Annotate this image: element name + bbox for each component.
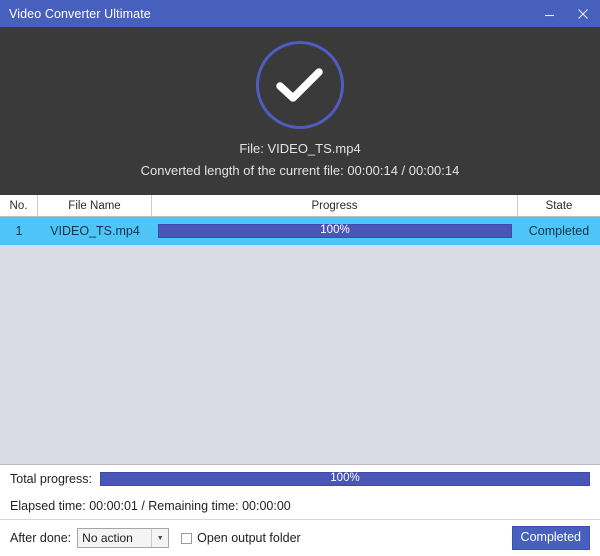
totals-section: Total progress: 100% Elapsed time: 00:00…: [0, 465, 600, 519]
cell-file-name: VIDEO_TS.mp4: [50, 224, 140, 238]
window-title: Video Converter Ultimate: [9, 6, 151, 21]
converted-length-label: Converted length of the current file: 00…: [140, 163, 460, 178]
current-file-label: File: VIDEO_TS.mp4: [239, 141, 361, 156]
column-header-no[interactable]: No.: [0, 195, 38, 216]
cell-no: 1: [15, 224, 23, 238]
total-progress-text: 100%: [330, 472, 360, 485]
after-done-select[interactable]: No action ▼: [77, 528, 170, 548]
column-header-progress[interactable]: Progress: [152, 195, 518, 216]
title-bar: Video Converter Ultimate: [0, 0, 600, 27]
chevron-down-icon: ▼: [151, 529, 168, 547]
close-icon: [576, 7, 590, 21]
table-row[interactable]: 1 VIDEO_TS.mp4 100% Completed: [0, 217, 600, 245]
total-progress-bar: 100%: [99, 472, 590, 486]
after-done-label: After done:: [10, 531, 72, 545]
cell-progress: 100%: [152, 217, 518, 245]
row-progress-bar: 100%: [158, 224, 512, 238]
check-circle-icon: [256, 41, 344, 129]
open-output-folder-label: Open output folder: [197, 531, 301, 545]
video-converter-window: Video Converter Ultimate File: VIDEO_TS.…: [0, 0, 600, 556]
footer-bar: After done: No action ▼ Open output fold…: [0, 519, 600, 556]
checkbox-box: [181, 532, 193, 544]
row-progress-text: 100%: [320, 224, 350, 237]
open-output-folder-checkbox[interactable]: Open output folder: [181, 531, 301, 545]
after-done-value: No action: [82, 531, 133, 545]
window-controls: [532, 0, 600, 27]
close-button[interactable]: [566, 0, 600, 27]
column-header-state[interactable]: State: [518, 195, 600, 216]
status-panel: File: VIDEO_TS.mp4 Converted length of t…: [0, 27, 600, 195]
minimize-icon: [543, 7, 556, 20]
column-header-file-name[interactable]: File Name: [38, 195, 152, 216]
completed-button[interactable]: Completed: [511, 526, 590, 550]
elapsed-time-label: Elapsed time: 00:00:01 / Remaining time:…: [10, 499, 291, 513]
minimize-button[interactable]: [532, 0, 566, 27]
table-empty-area: [0, 245, 600, 464]
conversion-table: No. File Name Progress State 1 VIDEO_TS.…: [0, 195, 600, 465]
total-progress-row: Total progress: 100%: [10, 465, 590, 493]
table-header-row: No. File Name Progress State: [0, 195, 600, 217]
cell-state: Completed: [528, 224, 590, 238]
total-progress-label: Total progress:: [10, 472, 92, 486]
